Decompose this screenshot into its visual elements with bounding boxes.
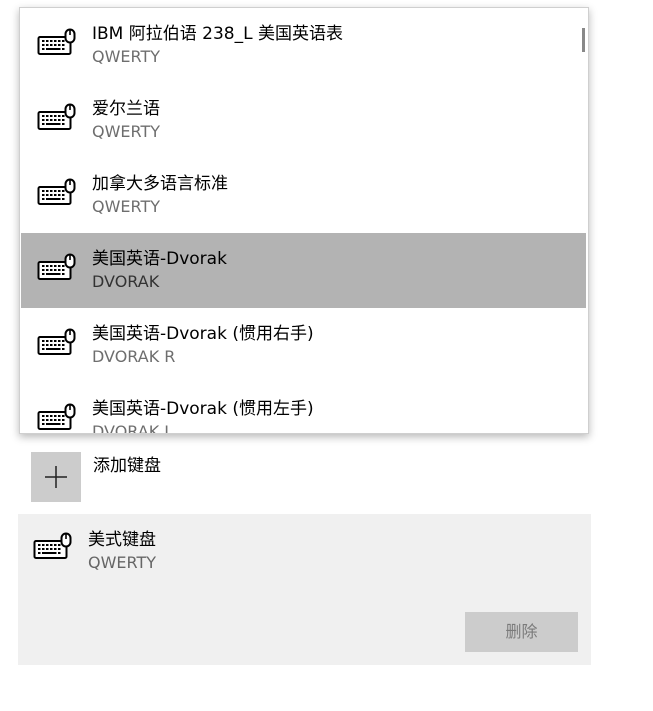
add-keyboard-row[interactable]: 添加键盘 xyxy=(31,452,331,502)
list-item[interactable]: 美国英语-Dvorak (惯用右手) DVORAK R xyxy=(21,308,586,383)
plus-icon xyxy=(45,466,67,488)
option-layout: QWERTY xyxy=(92,122,161,141)
option-name: 美国英语-Dvorak xyxy=(92,249,227,269)
keyboard-dropdown-list[interactable]: IBM 阿拉伯语 238_L 美国英语表 QWERTY 爱尔兰语 QWERTY … xyxy=(19,7,589,434)
keyboard-settings-page: 添加键盘 美式键盘 QWERTY 删除 IBM 阿拉伯语 238_L 美国英语表… xyxy=(0,0,653,711)
option-name: 美国英语-Dvorak (惯用左手) xyxy=(92,399,314,419)
remove-button[interactable]: 删除 xyxy=(465,612,578,652)
keyboard-icon xyxy=(33,532,73,562)
option-name: IBM 阿拉伯语 238_L 美国英语表 xyxy=(92,24,343,44)
option-name: 美国英语-Dvorak (惯用右手) xyxy=(92,324,314,344)
keyboard-icon xyxy=(37,403,77,433)
option-layout: QWERTY xyxy=(92,197,161,216)
option-name: 加拿大多语言标准 xyxy=(92,174,228,194)
list-item-selected[interactable]: 美国英语-Dvorak DVORAK xyxy=(21,233,586,308)
keyboard-icon xyxy=(37,178,77,208)
option-name: 爱尔兰语 xyxy=(92,99,160,119)
option-layout: DVORAK R xyxy=(92,347,176,366)
list-item[interactable]: 加拿大多语言标准 QWERTY xyxy=(21,158,586,233)
list-item[interactable]: 爱尔兰语 QWERTY xyxy=(21,83,586,158)
keyboard-icon xyxy=(37,253,77,283)
keyboard-name: 美式键盘 xyxy=(88,530,156,550)
add-keyboard-label: 添加键盘 xyxy=(93,456,161,476)
option-layout: DVORAK L xyxy=(92,422,174,434)
scrollbar-thumb[interactable] xyxy=(582,28,585,52)
option-layout: DVORAK xyxy=(92,272,160,291)
list-item[interactable]: 美国英语-Dvorak (惯用左手) DVORAK L xyxy=(21,383,586,434)
list-item[interactable]: IBM 阿拉伯语 238_L 美国英语表 QWERTY xyxy=(21,8,586,83)
keyboard-icon xyxy=(37,103,77,133)
installed-keyboard-card[interactable]: 美式键盘 QWERTY 删除 xyxy=(18,514,591,665)
keyboard-layout: QWERTY xyxy=(88,553,157,572)
keyboard-icon xyxy=(37,328,77,358)
keyboard-icon xyxy=(37,28,77,58)
option-layout: QWERTY xyxy=(92,47,161,66)
add-keyboard-button[interactable] xyxy=(31,452,81,502)
